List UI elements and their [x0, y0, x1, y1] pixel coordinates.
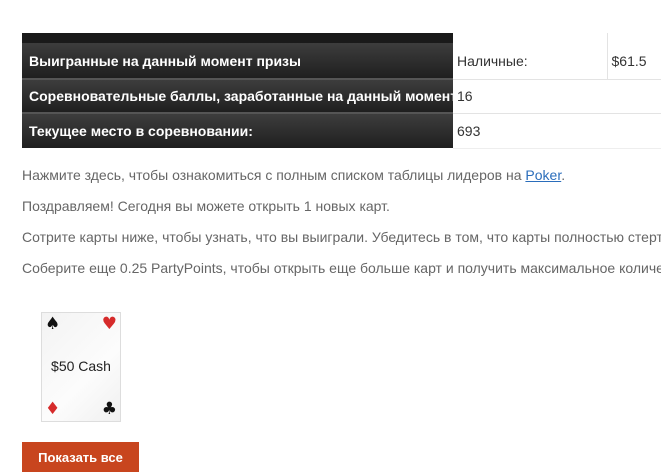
info-text: Нажмите здесь, чтобы ознакомиться с полн… [22, 160, 661, 284]
heart-icon: ♥ [101, 314, 117, 334]
leaderboard-prefix: Нажмите здесь, чтобы ознакомиться с полн… [22, 167, 526, 183]
leaderboard-suffix: . [561, 167, 566, 183]
place-label: Текущее место в соревновании: [22, 113, 453, 148]
points-label: Соревновательные баллы, заработанные на … [22, 79, 462, 114]
show-all-button[interactable]: Показать все [22, 442, 139, 472]
card-prize: $50 Cash [51, 358, 111, 374]
table-row: Соревновательные баллы, заработанные на … [22, 79, 661, 114]
place-value: 693 [453, 113, 661, 149]
diamond-icon: ♦ [45, 399, 61, 419]
collect-hint: Соберите еще 0.25 PartyPoints, чтобы отк… [22, 260, 661, 276]
spade-icon: ♠ [45, 314, 61, 334]
prizes-label: Выигранные на данный момент призы [22, 43, 453, 80]
points-value: 16 [453, 79, 661, 114]
table-header-strip [22, 33, 661, 43]
table-row: Выигранные на данный момент призы Наличн… [22, 43, 661, 80]
competition-stats-table: Выигранные на данный момент призы Наличн… [22, 33, 661, 149]
club-icon: ♣ [101, 399, 117, 419]
poker-link[interactable]: Poker [525, 167, 561, 183]
congrats-text: Поздравляем! Сегодня вы можете открыть 1… [22, 198, 390, 214]
scratch-hint: Сотрите карты ниже, чтобы узнать, что вы… [22, 229, 661, 245]
scratch-card[interactable]: ♠ ♥ $50 Cash ♦ ♣ [41, 312, 121, 422]
prizes-type: Наличные: [453, 43, 607, 80]
prizes-value: $61.5 [606, 43, 661, 80]
leaderboard-line: Нажмите здесь, чтобы ознакомиться с полн… [22, 160, 661, 191]
table-row: Текущее место в соревновании: 693 [22, 113, 661, 149]
